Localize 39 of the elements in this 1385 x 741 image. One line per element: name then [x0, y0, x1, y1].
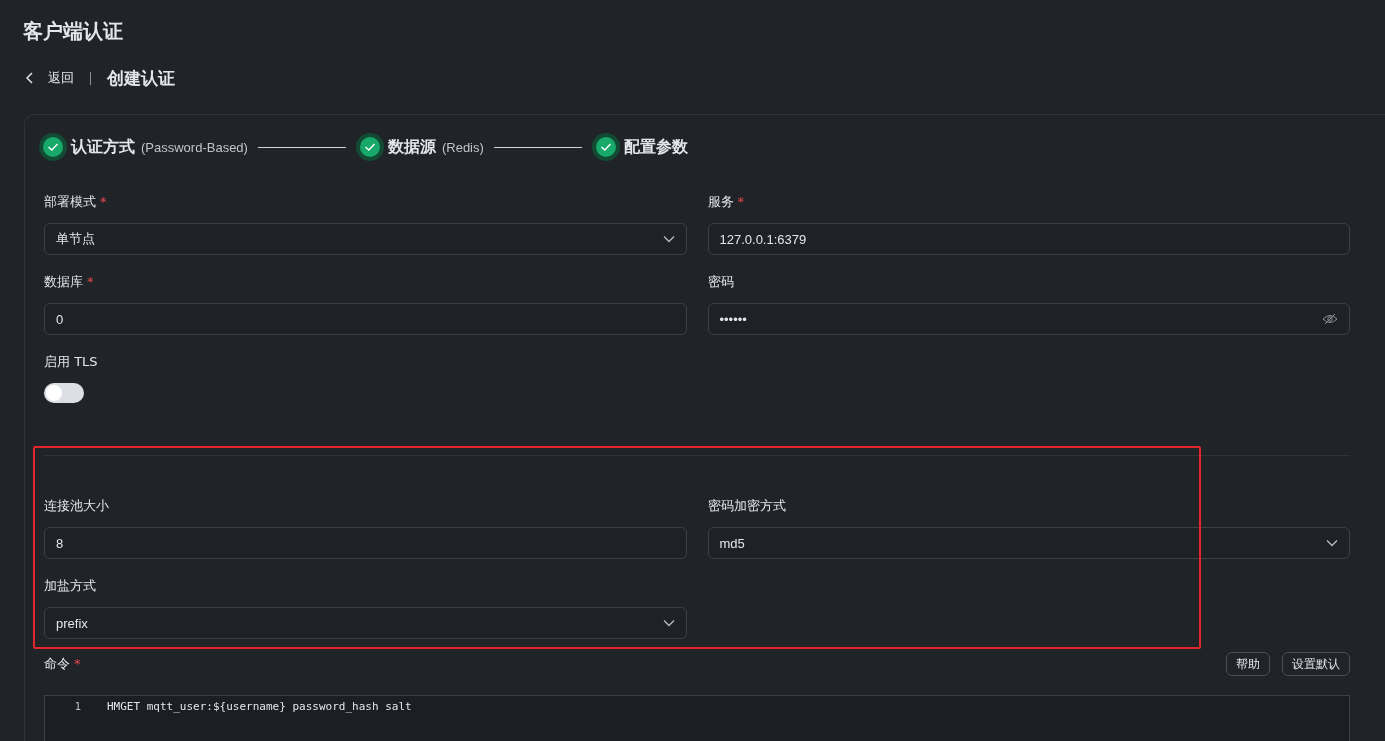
chevron-down-icon	[1326, 539, 1338, 547]
field-label: 连接池大小	[44, 497, 109, 515]
required-mark: *	[737, 193, 744, 211]
eye-slash-icon[interactable]	[1322, 313, 1338, 325]
field-label: 部署模式	[44, 193, 96, 211]
input-field[interactable]: 8	[44, 527, 687, 559]
breadcrumb-current: 创建认证	[107, 66, 175, 90]
required-mark: *	[74, 655, 81, 673]
step-detail: (Password-Based)	[141, 139, 248, 155]
command-button[interactable]: 帮助	[1226, 652, 1270, 676]
step-title: 配置参数	[623, 136, 688, 158]
field-label: 服务	[707, 193, 734, 211]
field-label: 密码加密方式	[707, 497, 786, 515]
step-title: 认证方式	[71, 136, 135, 158]
field-label: 数据库	[44, 273, 83, 291]
input-field[interactable]: 0	[44, 303, 687, 335]
field-label: 启用 TLS	[44, 353, 98, 371]
back-link[interactable]: 返回	[48, 69, 74, 87]
field-label: 密码	[707, 273, 734, 291]
code-editor[interactable]: 1 HMGET mqtt_user:${username} password_hash salt	[44, 695, 1350, 741]
command-button[interactable]: 设置默认	[1282, 652, 1350, 676]
field-label: 命令	[44, 655, 70, 673]
toggle-switch[interactable]	[44, 383, 84, 403]
select-field[interactable]: prefix	[44, 607, 687, 639]
field-label: 加盐方式	[44, 577, 96, 595]
step-title: 数据源	[387, 136, 436, 158]
required-mark: *	[87, 273, 94, 291]
required-mark: *	[100, 193, 107, 211]
code-line: HMGET mqtt_user:${username} password_hash salt	[107, 699, 412, 715]
chevron-down-icon	[662, 235, 675, 243]
back-chevron-icon[interactable]	[26, 72, 34, 84]
step-detail: (Redis)	[441, 139, 484, 155]
select-field[interactable]: md5	[707, 527, 1350, 559]
select-field[interactable]: 单节点	[44, 223, 687, 255]
password-field[interactable]: ••••••	[707, 303, 1350, 335]
chevron-down-icon	[662, 619, 675, 627]
line-number: 1	[73, 699, 81, 715]
input-field[interactable]: 127.0.0.1:6379	[707, 223, 1350, 255]
page-title: 客户端认证	[23, 18, 124, 45]
